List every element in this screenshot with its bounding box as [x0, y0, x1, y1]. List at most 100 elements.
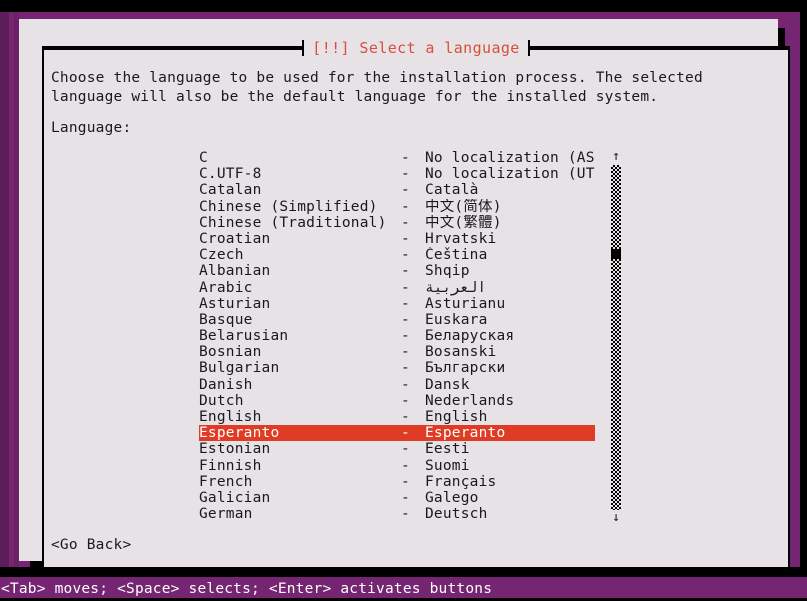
- language-list-item[interactable]: Asturian - Asturianu: [199, 296, 595, 312]
- language-separator: -: [401, 150, 410, 166]
- language-separator: -: [401, 311, 410, 328]
- dialog-title-bar: [!!] Select a language: [42, 38, 791, 58]
- language-separator: -: [401, 392, 410, 409]
- language-list-item[interactable]: Bulgarian - Български: [199, 360, 595, 376]
- language-native-name: Asturianu: [425, 295, 506, 312]
- language-separator: -: [401, 198, 410, 215]
- language-list-item[interactable]: Belarusian - Беларуская: [199, 328, 595, 344]
- scroll-down-arrow-icon[interactable]: ↓: [607, 511, 625, 525]
- language-list-item[interactable]: Chinese (Simplified) - 中文(简体): [199, 199, 595, 215]
- language-list-item[interactable]: Arabic - العربية: [199, 280, 595, 296]
- language-native-name: Français: [425, 473, 497, 490]
- language-list-item[interactable]: Bosnian - Bosanski: [199, 344, 595, 360]
- language-native-name: Nederlands: [425, 392, 515, 409]
- language-list-item[interactable]: Finnish - Suomi: [199, 458, 595, 474]
- language-name: Croatian: [199, 230, 271, 247]
- language-list-item[interactable]: C.UTF-8 -No localization (UTF-8): [199, 166, 595, 182]
- language-list-item[interactable]: Chinese (Traditional) - 中文(繁體): [199, 215, 595, 231]
- language-name: French: [199, 473, 253, 490]
- language-separator: -: [401, 230, 410, 247]
- language-name: Dutch: [199, 392, 244, 409]
- title-rule-right: [529, 47, 791, 50]
- language-separator: -: [401, 344, 410, 361]
- scrollbar-thumb[interactable]: [611, 248, 621, 259]
- language-name: C.UTF-8: [199, 166, 262, 183]
- page-title: [!!] Select a language: [304, 38, 528, 58]
- language-separator: -: [401, 328, 410, 345]
- language-name: English: [199, 409, 262, 425]
- language-separator: -: [401, 295, 410, 312]
- language-separator: -: [401, 409, 410, 425]
- language-native-name: Shqip: [425, 263, 470, 280]
- language-native-name: Dansk: [425, 376, 470, 393]
- language-native-name: Hrvatski: [425, 230, 497, 247]
- language-separator: -: [401, 360, 410, 377]
- language-separator: -: [401, 376, 410, 393]
- language-native-name: No localization (UTF-8): [425, 166, 595, 183]
- scroll-up-arrow-icon[interactable]: ↑: [607, 150, 625, 164]
- language-separator: -: [401, 473, 410, 490]
- language-list[interactable]: C-No localization (ASCII)C.UTF-8-No loca…: [199, 150, 595, 522]
- backdrop-left-stripe: [0, 12, 9, 568]
- language-list-item[interactable]: Dutch - Nederlands: [199, 393, 595, 409]
- language-native-name: Esperanto: [425, 425, 506, 442]
- language-list-item[interactable]: Basque - Euskara: [199, 312, 595, 328]
- go-back-button[interactable]: <Go Back>: [51, 536, 131, 555]
- language-name: Arabic: [199, 279, 253, 296]
- language-list-item[interactable]: English - English: [199, 409, 595, 425]
- language-native-name: العربية: [425, 279, 487, 296]
- language-name: Esperanto: [199, 425, 280, 442]
- language-separator: -: [401, 489, 410, 506]
- language-name: C: [199, 150, 208, 166]
- language-name: Chinese (Simplified): [199, 198, 378, 215]
- language-name: Catalan: [199, 182, 262, 199]
- language-separator: -: [401, 247, 410, 264]
- language-name: Bulgarian: [199, 360, 280, 377]
- language-native-name: Euskara: [425, 311, 488, 328]
- language-separator: -: [401, 425, 410, 442]
- language-native-name: Беларуская: [425, 328, 515, 345]
- statusbar-gap: [0, 567, 807, 577]
- language-list-item[interactable]: C -No localization (ASCII): [199, 150, 595, 166]
- language-name: Belarusian: [199, 328, 289, 345]
- language-name: Asturian: [199, 295, 271, 312]
- language-separator: -: [401, 506, 410, 523]
- language-list-region: C-No localization (ASCII)C.UTF-8-No loca…: [199, 150, 621, 525]
- dialog-button-row: <Go Back>: [51, 534, 751, 555]
- scrollbar-track[interactable]: [611, 165, 621, 510]
- language-native-name: 中文(简体): [425, 198, 502, 215]
- language-name: Chinese (Traditional): [199, 214, 387, 231]
- language-separator: -: [401, 457, 410, 474]
- language-name: Czech: [199, 247, 244, 264]
- language-list-item[interactable]: Albanian - Shqip: [199, 263, 595, 279]
- language-list-item[interactable]: Estonian - Eesti: [199, 441, 595, 457]
- language-separator: -: [401, 182, 410, 199]
- language-name: Basque: [199, 311, 253, 328]
- language-list-item[interactable]: German - Deutsch: [199, 506, 595, 522]
- language-name: Galician: [199, 489, 271, 506]
- language-native-name: 中文(繁體): [425, 214, 502, 231]
- language-list-item[interactable]: Galician - Galego: [199, 490, 595, 506]
- language-field-label: Language:: [51, 120, 132, 136]
- language-native-name: Bosanski: [425, 344, 497, 361]
- language-name: Finnish: [199, 457, 262, 474]
- language-list-scrollbar[interactable]: ↑ ↓: [607, 150, 625, 525]
- language-list-item[interactable]: Croatian - Hrvatski: [199, 231, 595, 247]
- language-list-item[interactable]: French - Français: [199, 474, 595, 490]
- language-name: Bosnian: [199, 344, 262, 361]
- language-native-name: Català: [425, 182, 479, 199]
- language-list-item[interactable]: Danish - Dansk: [199, 377, 595, 393]
- select-language-dialog: [!!] Select a language Choose the langua…: [19, 19, 791, 574]
- language-list-item[interactable]: Catalan - Català: [199, 182, 595, 198]
- language-name: Estonian: [199, 441, 271, 458]
- language-native-name: No localization (ASCII): [425, 150, 595, 166]
- language-name: Danish: [199, 376, 253, 393]
- installer-screen: [!!] Select a language Choose the langua…: [0, 0, 807, 601]
- language-name: Albanian: [199, 263, 271, 280]
- language-separator: -: [401, 263, 410, 280]
- language-native-name: Čeština: [425, 247, 488, 264]
- language-native-name: English: [425, 409, 488, 425]
- language-list-item[interactable]: Czech - Čeština: [199, 247, 595, 263]
- instruction-text: Choose the language to be used for the i…: [51, 70, 712, 105]
- language-list-item[interactable]: Esperanto - Esperanto: [199, 425, 595, 442]
